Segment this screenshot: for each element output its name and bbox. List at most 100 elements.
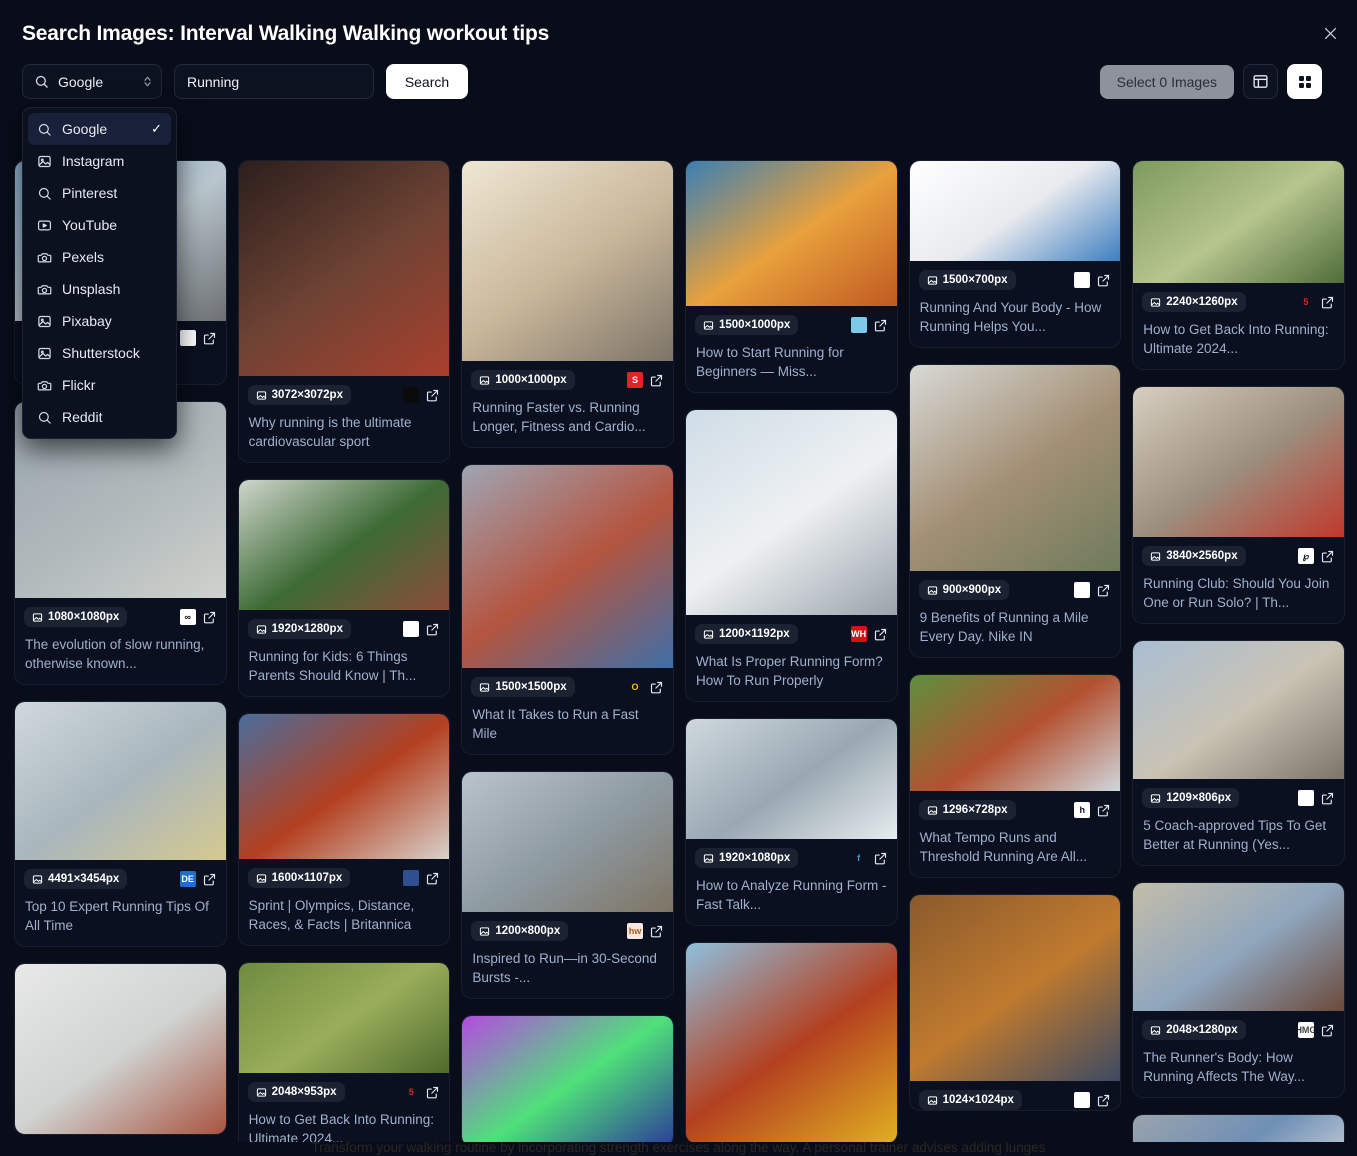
- dropdown-item-pinterest[interactable]: Pinterest: [28, 177, 171, 209]
- dropdown-item-shutterstock[interactable]: Shutterstock: [28, 337, 171, 369]
- image-icon: [927, 1095, 938, 1106]
- dropdown-item-youtube[interactable]: YouTube: [28, 209, 171, 241]
- external-link-icon[interactable]: [649, 924, 664, 939]
- external-link-icon[interactable]: [873, 318, 888, 333]
- external-link-icon[interactable]: [1320, 1023, 1335, 1038]
- dropdown-item-pexels[interactable]: Pexels: [28, 241, 171, 273]
- image-icon: [703, 853, 714, 864]
- image-result-card[interactable]: 3840×2560px ℘ Running Club: Should You Joi…: [1132, 386, 1345, 624]
- image-result-card[interactable]: 1080×1080px ∞ The evolution of slow runnin…: [14, 401, 227, 685]
- image-thumbnail[interactable]: [685, 943, 897, 1142]
- image-thumbnail[interactable]: [462, 465, 673, 668]
- image-icon: [927, 275, 938, 286]
- image-result-card[interactable]: 2048×1280px HMG The Runner's Body: How Run…: [1132, 882, 1345, 1098]
- image-result-card[interactable]: 2048×953px 5 How to Get Back Into Running:…: [237, 962, 451, 1142]
- image-result-card[interactable]: 2240×1260px 5 How to Get Back Into Running…: [1132, 160, 1345, 370]
- image-thumbnail[interactable]: [685, 719, 897, 839]
- image-thumbnail[interactable]: [462, 772, 673, 912]
- image-result-card[interactable]: [14, 963, 227, 1135]
- image-result-card[interactable]: 3072×3072px Why running is the ultimate c…: [237, 160, 451, 463]
- dropdown-item-google[interactable]: Google ✓: [28, 113, 171, 145]
- external-link-icon[interactable]: [425, 1085, 440, 1100]
- external-link-icon[interactable]: [202, 610, 217, 625]
- image-thumbnail[interactable]: [909, 365, 1121, 571]
- dropdown-item-reddit[interactable]: Reddit: [28, 401, 171, 433]
- image-icon: [32, 612, 43, 623]
- dimensions-badge: 1500×1500px: [471, 677, 575, 697]
- external-link-icon[interactable]: [873, 851, 888, 866]
- image-thumbnail[interactable]: [238, 714, 450, 859]
- image-result-card[interactable]: 1200×1192px WH What Is Proper Running Form…: [684, 409, 898, 702]
- card-meta-row: 2240×1260px 5: [1133, 283, 1344, 312]
- image-thumbnail[interactable]: [462, 161, 673, 361]
- image-result-card[interactable]: 1600×1107px Sprint | Olympics, Distance, …: [237, 713, 451, 946]
- dimensions-badge: 1209×806px: [1142, 788, 1240, 808]
- image-result-card[interactable]: 1296×728px h What Tempo Runs and Threshold…: [908, 674, 1122, 878]
- image-thumbnail[interactable]: [909, 161, 1121, 261]
- card-title: What Tempo Runs and Threshold Running Ar…: [919, 830, 1087, 864]
- image-result-card[interactable]: 1500×1500px O What It Takes to Run a Fast …: [461, 464, 674, 755]
- external-link-icon[interactable]: [1096, 803, 1111, 818]
- search-button[interactable]: Search: [386, 64, 468, 99]
- external-link-icon[interactable]: [873, 627, 888, 642]
- image-thumbnail[interactable]: [1133, 1115, 1344, 1142]
- image-result-card[interactable]: 1920×1280px Running for Kids: 6 Things Pa…: [237, 479, 451, 697]
- source-dropdown-menu[interactable]: Google ✓ Instagram Pinterest YouTube Pexels Un…: [22, 107, 177, 439]
- image-thumbnail[interactable]: [238, 480, 450, 610]
- external-link-icon[interactable]: [425, 871, 440, 886]
- image-result-card[interactable]: 1024×1024px: [908, 894, 1122, 1111]
- grid-view-icon[interactable]: [1287, 64, 1322, 99]
- image-result-card[interactable]: 1200×800px hw Inspired to Run—in 30-Second…: [461, 771, 674, 999]
- image-thumbnail[interactable]: [685, 161, 897, 306]
- image-result-card[interactable]: [1132, 1114, 1345, 1142]
- image-result-card[interactable]: 1000×1000px S Running Faster vs. Running L…: [461, 160, 674, 448]
- image-thumbnail[interactable]: [15, 702, 226, 860]
- external-link-icon[interactable]: [425, 388, 440, 403]
- image-result-card[interactable]: 1500×700px Running And Your Body - How Ru…: [908, 160, 1122, 348]
- image-thumbnail[interactable]: [1133, 641, 1344, 779]
- image-thumbnail[interactable]: [1133, 387, 1344, 537]
- image-thumbnail[interactable]: [685, 410, 897, 615]
- image-result-card[interactable]: 4491×3454px DE Top 10 Expert Running Tips …: [14, 701, 227, 947]
- dropdown-item-pixabay[interactable]: Pixabay: [28, 305, 171, 337]
- image-thumbnail[interactable]: [1133, 161, 1344, 283]
- dropdown-item-instagram[interactable]: Instagram: [28, 145, 171, 177]
- image-icon: [927, 585, 938, 596]
- external-link-icon[interactable]: [649, 680, 664, 695]
- source-select[interactable]: Google: [22, 64, 162, 99]
- image-thumbnail[interactable]: [909, 895, 1121, 1081]
- image-thumbnail[interactable]: [1133, 883, 1344, 1011]
- image-result-card[interactable]: [684, 942, 898, 1142]
- select-images-button[interactable]: Select 0 Images: [1099, 64, 1234, 99]
- image-results-grid[interactable]: That Log...1080×1080px∞The evolution of …: [14, 160, 1345, 1142]
- search-images-modal: Search Images: Interval Walking Walking …: [0, 0, 1357, 1142]
- external-link-icon[interactable]: [1320, 791, 1335, 806]
- dimensions-text: 1209×806px: [1166, 792, 1232, 804]
- image-thumbnail[interactable]: [238, 161, 450, 376]
- image-result-card[interactable]: 1920×1080px f How to Analyze Running Form …: [684, 718, 898, 926]
- external-link-icon[interactable]: [1320, 295, 1335, 310]
- dropdown-item-flickr[interactable]: Flickr: [28, 369, 171, 401]
- image-thumbnail[interactable]: [909, 675, 1121, 791]
- image-result-card[interactable]: [461, 1015, 674, 1142]
- external-link-icon[interactable]: [1096, 273, 1111, 288]
- search-input[interactable]: [174, 64, 374, 99]
- image-thumbnail[interactable]: [15, 964, 226, 1134]
- external-link-icon[interactable]: [1096, 583, 1111, 598]
- image-thumbnail[interactable]: [238, 963, 450, 1073]
- external-link-icon[interactable]: [1320, 549, 1335, 564]
- image-result-card[interactable]: 1500×1000px How to Start Running for Begi…: [684, 160, 898, 393]
- external-link-icon[interactable]: [202, 331, 217, 346]
- panel-layout-icon[interactable]: [1243, 64, 1278, 99]
- image-result-card[interactable]: 900×900px 9 Benefits of Running a Mile Ev…: [908, 364, 1122, 658]
- dropdown-item-unsplash[interactable]: Unsplash: [28, 273, 171, 305]
- source-favicon: [1074, 582, 1091, 598]
- external-link-icon[interactable]: [425, 622, 440, 637]
- external-link-icon[interactable]: [1096, 1093, 1111, 1108]
- image-thumbnail[interactable]: [462, 1016, 673, 1142]
- external-link-icon[interactable]: [202, 872, 217, 887]
- external-link-icon[interactable]: [649, 373, 664, 388]
- close-icon[interactable]: [1315, 18, 1345, 48]
- dimensions-badge: 2048×1280px: [1142, 1020, 1246, 1040]
- image-result-card[interactable]: 1209×806px 5 Coach-approved Tips To Get B…: [1132, 640, 1345, 866]
